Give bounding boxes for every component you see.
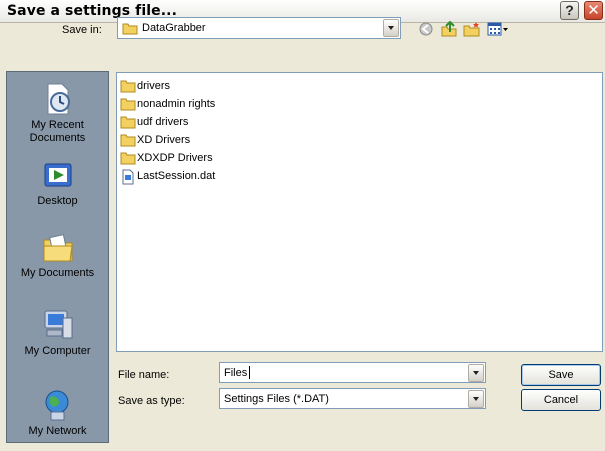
save-button[interactable]: Save xyxy=(521,364,601,386)
help-button[interactable]: ? xyxy=(560,1,579,20)
file-name-dropdown-button[interactable] xyxy=(468,364,484,382)
file-name: drivers xyxy=(137,80,171,92)
place-label-my-network: My Network xyxy=(28,425,87,437)
places-bar: My Recent Documents Desktop My Documents… xyxy=(6,71,109,443)
folder-icon xyxy=(120,152,136,165)
my-computer-icon xyxy=(44,310,72,339)
close-icon: ✕ xyxy=(587,2,600,19)
place-my-recent-documents[interactable]: My Recent Documents xyxy=(7,82,108,145)
file-name-value: Files xyxy=(224,367,248,379)
cancel-button[interactable]: Cancel xyxy=(521,389,601,411)
up-folder-icon[interactable] xyxy=(440,21,458,37)
save-in-value: DataGrabber xyxy=(142,22,206,34)
file-name: udf drivers xyxy=(137,116,189,128)
desktop-icon xyxy=(44,163,71,187)
place-label-my-computer: My Computer xyxy=(24,345,91,357)
folder-icon xyxy=(120,80,136,93)
text-caret xyxy=(249,366,250,379)
back-icon[interactable] xyxy=(417,21,435,37)
save-as-type-label: Save as type: xyxy=(118,395,185,407)
file-name-label: File name: xyxy=(118,369,170,381)
folder-icon xyxy=(122,23,138,35)
file-name: XD Drivers xyxy=(137,134,191,146)
document-icon xyxy=(122,169,134,185)
place-label-recent-line1: My Recent xyxy=(31,119,84,131)
file-list[interactable]: drivers nonadmin rights udf drivers XD D… xyxy=(116,72,603,352)
file-name-field[interactable]: Files xyxy=(219,362,486,383)
place-my-computer[interactable]: My Computer xyxy=(7,308,108,358)
save-as-type-dropdown-button[interactable] xyxy=(468,390,484,408)
new-folder-icon[interactable] xyxy=(463,21,481,37)
file-name: LastSession.dat xyxy=(137,170,216,182)
file-name: nonadmin rights xyxy=(137,98,216,110)
folder-icon xyxy=(120,134,136,147)
my-documents-icon xyxy=(43,234,73,262)
save-in-dropdown-button[interactable] xyxy=(383,19,399,37)
save-as-type-value: Settings Files (*.DAT) xyxy=(224,393,329,405)
views-menu-icon[interactable] xyxy=(487,21,509,37)
place-desktop[interactable]: Desktop xyxy=(7,160,108,208)
file-name: XDXDP Drivers xyxy=(137,152,213,164)
folder-icon xyxy=(120,98,136,111)
place-label-recent-line2: Documents xyxy=(29,132,86,144)
save-in-label: Save in: xyxy=(62,24,102,36)
my-network-icon xyxy=(45,390,68,421)
place-my-network[interactable]: My Network xyxy=(7,388,108,438)
folder-icon xyxy=(120,116,136,129)
place-label-my-documents: My Documents xyxy=(20,267,95,279)
close-button[interactable]: ✕ xyxy=(584,1,603,20)
save-in-dropdown[interactable]: DataGrabber xyxy=(117,17,401,39)
help-icon: ? xyxy=(565,2,574,18)
recent-documents-icon xyxy=(47,83,70,115)
place-label-desktop: Desktop xyxy=(37,195,78,207)
place-my-documents[interactable]: My Documents xyxy=(7,230,108,280)
save-as-type-select[interactable]: Settings Files (*.DAT) xyxy=(219,388,486,409)
